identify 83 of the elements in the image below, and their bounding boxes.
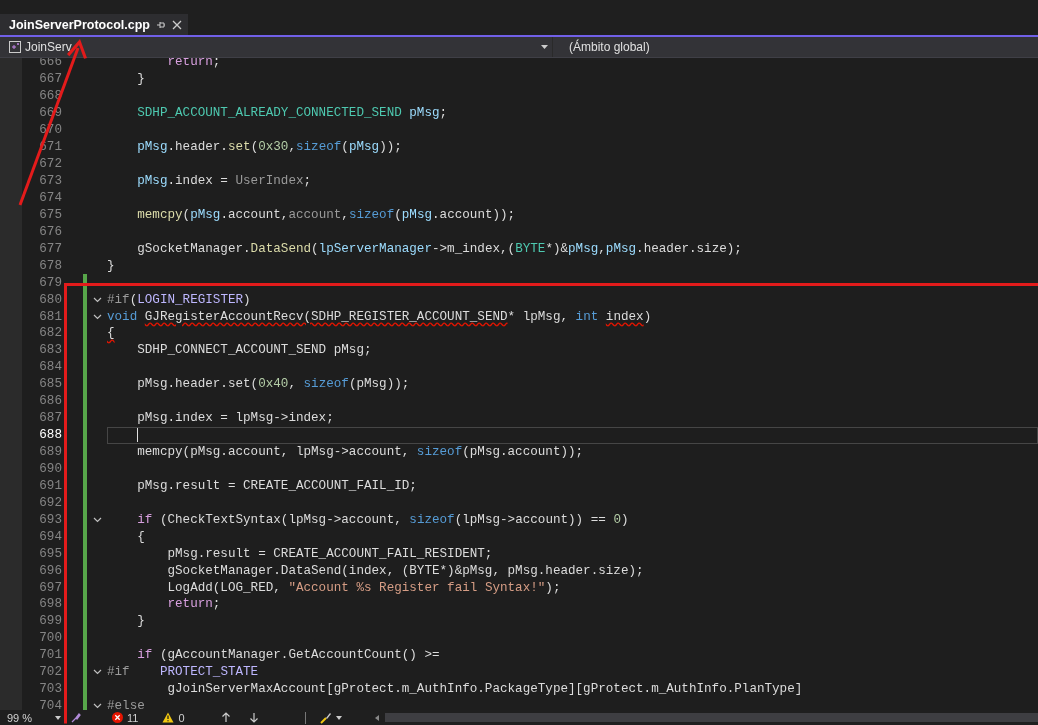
collapse-chevron-icon[interactable] bbox=[92, 703, 102, 710]
error-icon bbox=[112, 712, 123, 723]
line-number: 674 bbox=[38, 190, 62, 205]
code-line: } bbox=[107, 258, 115, 273]
brush-icon[interactable] bbox=[70, 711, 82, 724]
code-line: if (gAccountManager.GetAccountCount() >= bbox=[136, 648, 440, 663]
text-cursor bbox=[137, 428, 138, 443]
line-number: 699 bbox=[38, 614, 62, 629]
dropdown-caret-icon[interactable] bbox=[54, 714, 62, 721]
line-number: 698 bbox=[38, 597, 62, 612]
collapse-chevron-icon[interactable] bbox=[92, 516, 102, 523]
file-tab[interactable]: JoinServerProtocol.cpp bbox=[0, 14, 188, 35]
code-line: LogAdd(LOG_RED, "Account %s Register fail Syntax!"); bbox=[166, 580, 561, 595]
line-number: 689 bbox=[38, 445, 62, 459]
code-line: #else bbox=[107, 699, 145, 710]
code-line: pMsg.index = lpMsg->index; bbox=[136, 411, 334, 426]
line-number: 679 bbox=[38, 275, 62, 290]
line-number: 678 bbox=[38, 258, 62, 273]
code-line: pMsg.result = CREATE_ACCOUNT_FAIL_ID; bbox=[136, 478, 417, 493]
line-number: 687 bbox=[38, 411, 62, 426]
line-number: 686 bbox=[38, 394, 62, 409]
code-line: return; bbox=[166, 57, 221, 70]
line-number: 684 bbox=[38, 360, 62, 375]
code-line: memcpy(pMsg.account, lpMsg->account, sizeof(pMsg.account)); bbox=[136, 445, 584, 459]
line-number: 700 bbox=[38, 631, 62, 646]
line-number: 680 bbox=[38, 292, 62, 307]
code-line: SDHP_ACCOUNT_ALREADY_CONNECTED_SEND pMsg; bbox=[136, 106, 448, 121]
zoom-level[interactable]: 99 % bbox=[0, 711, 52, 724]
line-number: 683 bbox=[38, 343, 62, 358]
line-number: 697 bbox=[38, 580, 62, 595]
line-number: 677 bbox=[38, 241, 62, 256]
line-number: 681 bbox=[38, 309, 62, 324]
brush-icon[interactable] bbox=[319, 711, 332, 724]
code-line: gSocketManager.DataSend(lpServerManager->m_index,(BYTE*)&pMsg,pMsg.header.size); bbox=[136, 241, 742, 256]
line-number: 676 bbox=[38, 224, 62, 239]
collapse-chevron-icon[interactable] bbox=[92, 313, 102, 320]
line-number: 693 bbox=[38, 512, 62, 527]
line-number: 675 bbox=[38, 207, 62, 222]
up-arrow-icon[interactable] bbox=[220, 712, 231, 723]
code-line: pMsg.header.set(0x40, sizeof(pMsg)); bbox=[136, 377, 410, 392]
code-line: gSocketManager.DataSend(index, (BYTE*)&pMsg, pMsg.header.size); bbox=[166, 563, 644, 578]
code-line: #if PROTECT_STATE bbox=[107, 665, 259, 680]
pin-icon[interactable] bbox=[156, 19, 166, 30]
line-number: 701 bbox=[38, 648, 62, 663]
code-line: #if(LOGIN_REGISTER) bbox=[107, 292, 251, 307]
line-number: 692 bbox=[38, 495, 62, 510]
line-number: 685 bbox=[38, 377, 62, 392]
line-number: 690 bbox=[38, 461, 62, 476]
dropdown-caret-icon[interactable] bbox=[334, 714, 343, 721]
code-line: pMsg.header.set(0x30,sizeof(pMsg)); bbox=[136, 140, 402, 155]
line-number: 667 bbox=[38, 72, 62, 87]
code-line: if (CheckTextSyntax(lpMsg->account, sizeof(lpMsg->account)) == 0) bbox=[136, 512, 629, 527]
line-number: 688 bbox=[38, 428, 62, 443]
line-number: 682 bbox=[38, 326, 62, 341]
line-number: 694 bbox=[38, 529, 62, 544]
collapse-chevron-icon[interactable] bbox=[92, 296, 102, 303]
scope-dropdown[interactable]: (Ámbito global) bbox=[553, 37, 1038, 57]
code-line: } bbox=[136, 72, 145, 87]
code-line: gJoinServerMaxAccount[gProtect.m_AuthInfo.PackageType][gProtect.m_AuthInfo.PlanType] bbox=[166, 682, 803, 697]
close-icon[interactable] bbox=[172, 19, 182, 30]
line-number: 696 bbox=[38, 563, 62, 578]
code-line: return; bbox=[166, 597, 221, 612]
warning-count[interactable]: 0 bbox=[162, 711, 185, 724]
code-line: } bbox=[136, 614, 145, 629]
down-arrow-icon[interactable] bbox=[248, 712, 259, 723]
line-number: 691 bbox=[38, 478, 62, 493]
code-line: { bbox=[107, 326, 115, 341]
code-line: pMsg.result = CREATE_ACCOUNT_FAIL_RESIDENT; bbox=[166, 546, 493, 561]
line-number: 702 bbox=[38, 665, 62, 680]
line-number: 672 bbox=[38, 157, 62, 172]
project-icon bbox=[9, 41, 21, 53]
line-number: 673 bbox=[38, 174, 62, 188]
line-number: 704 bbox=[38, 699, 62, 710]
line-number: 695 bbox=[38, 546, 62, 561]
horizontal-scrollbar[interactable] bbox=[384, 713, 1038, 722]
code-line: { bbox=[136, 529, 145, 544]
code-line: SDHP_CONNECT_ACCOUNT_SEND pMsg; bbox=[136, 343, 372, 358]
error-count[interactable]: 11 bbox=[112, 711, 139, 724]
collapse-chevron-icon[interactable] bbox=[92, 669, 102, 676]
code-line: pMsg.index = UserIndex; bbox=[136, 174, 312, 188]
line-number: 703 bbox=[38, 682, 62, 697]
code-line: void GJRegisterAccountRecv(SDHP_REGISTER_ACCOUNT_SEND* lpMsg, int index) bbox=[107, 309, 652, 324]
code-line: memcpy(pMsg.account,account,sizeof(pMsg.account)); bbox=[136, 207, 516, 222]
